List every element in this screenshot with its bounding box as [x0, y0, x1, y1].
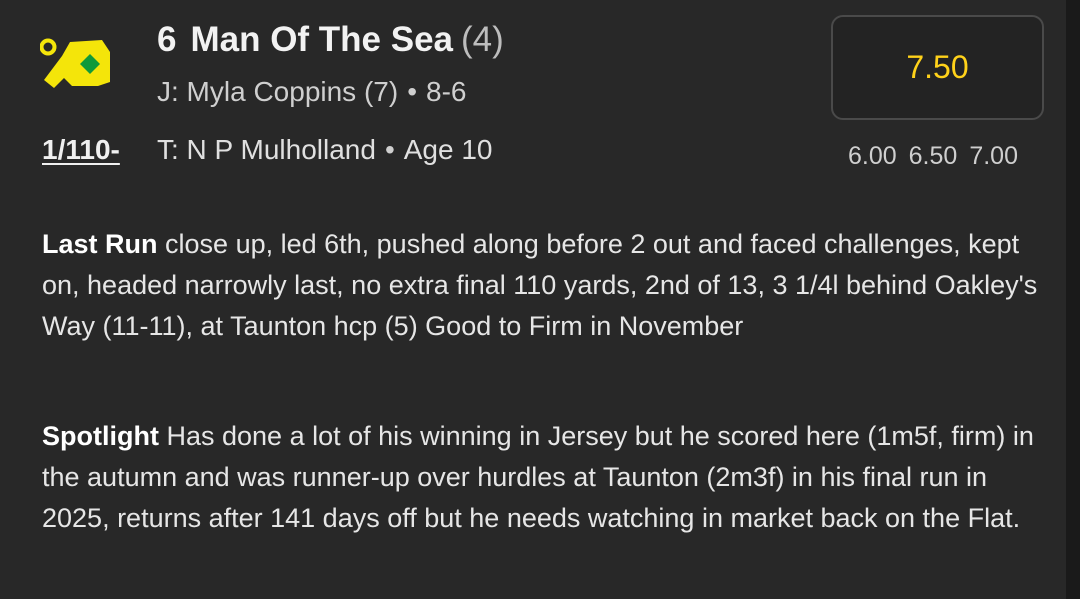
runner-title: 6 Man Of The Sea (4): [157, 20, 504, 60]
spotlight-text: Has done a lot of his winning in Jersey …: [42, 421, 1034, 533]
jockey-name: J: Myla Coppins (7): [157, 76, 399, 107]
last-run-label: Last Run: [42, 229, 158, 259]
runner-name[interactable]: Man Of The Sea: [190, 20, 453, 59]
trainer-line: T: N P Mulholland • Age 10: [157, 134, 493, 166]
last-run-text: close up, led 6th, pushed along before 2…: [42, 229, 1038, 341]
runner-card: 6 Man Of The Sea (4) J: Myla Coppins (7) • 8…: [0, 0, 1066, 599]
runner-number: 6: [157, 20, 177, 59]
price-history-item: 6.00: [847, 142, 897, 170]
odds-value: 7.50: [906, 49, 969, 85]
trainer-name: T: N P Mulholland: [157, 134, 376, 165]
silks-cap: [40, 38, 57, 56]
runner-weight: 8-6: [426, 76, 467, 107]
runner-age: Age 10: [403, 134, 493, 165]
jockey-line: J: Myla Coppins (7) • 8-6: [157, 76, 466, 108]
scroll-edge: [1066, 0, 1080, 599]
separator-dot: •: [384, 134, 395, 165]
runner-draw: (4): [461, 20, 504, 59]
spotlight-label: Spotlight: [42, 421, 159, 451]
runner-form[interactable]: 1/110-: [42, 134, 120, 166]
price-history-item: 7.00: [969, 142, 1018, 170]
separator-dot: •: [407, 76, 417, 107]
price-history: 6.00 6.50 7.00: [836, 142, 1018, 171]
odds-button[interactable]: 7.50: [831, 15, 1044, 120]
jockey-silks-icon: [40, 38, 110, 88]
last-run-section: Last Run close up, led 6th, pushed along…: [42, 224, 1042, 347]
spotlight-section: Spotlight Has done a lot of his winning …: [42, 416, 1042, 539]
price-history-item: 6.50: [908, 142, 958, 170]
